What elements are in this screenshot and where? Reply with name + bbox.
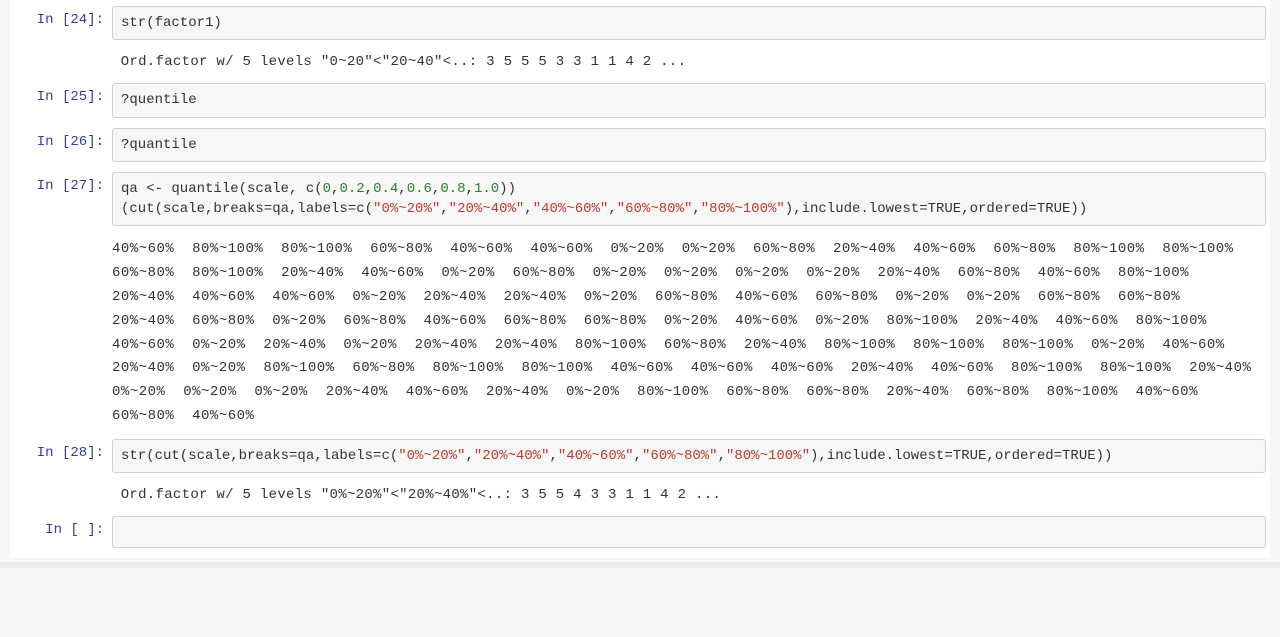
- code-27-num-5: 1.0: [474, 181, 499, 197]
- output-24: Ord.factor w/ 5 levels "0~20"<"20~40"<..…: [104, 46, 1266, 73]
- code-27-str-0: "0%~20%": [373, 201, 440, 217]
- code-27-l1-b: )): [499, 181, 516, 197]
- output-row-28: Ord.factor w/ 5 levels "0%~20%"<"20%~40%…: [14, 479, 1266, 506]
- code-28-str-4: "80%~100%": [726, 448, 810, 464]
- code-input-24[interactable]: str(factor1): [112, 6, 1266, 40]
- code-text-25: ?quentile: [121, 92, 197, 108]
- code-cell-empty[interactable]: In [ ]:: [14, 516, 1266, 548]
- output-spacer: [14, 46, 104, 73]
- code-input-26[interactable]: ?quantile: [112, 128, 1266, 162]
- cell-prompt-empty: In [ ]:: [14, 516, 112, 548]
- code-input-empty[interactable]: [112, 516, 1266, 548]
- code-27-num-0: 0: [323, 181, 331, 197]
- code-cell-25[interactable]: In [25]: ?quentile: [14, 83, 1266, 117]
- code-text-24: str(factor1): [121, 15, 222, 31]
- code-28-str-0: "0%~20%": [398, 448, 465, 464]
- code-28-b: ),include.lowest=TRUE,ordered=TRUE)): [810, 448, 1112, 464]
- output-28: Ord.factor w/ 5 levels "0%~20%"<"20%~40%…: [104, 479, 1266, 506]
- code-27-l2-a: (cut(scale,breaks=qa,labels=c(: [121, 201, 373, 217]
- comma: ,: [524, 201, 532, 217]
- code-27-num-4: 0.8: [440, 181, 465, 197]
- code-27-num-2: 0.4: [373, 181, 398, 197]
- code-cell-26[interactable]: In [26]: ?quantile: [14, 128, 1266, 162]
- code-27-l1-a: qa <- quantile(scale, c(: [121, 181, 323, 197]
- code-cell-28[interactable]: In [28]: str(cut(scale,breaks=qa,labels=…: [14, 439, 1266, 473]
- notebook-bottom-bar: [0, 562, 1280, 568]
- comma: ,: [398, 181, 406, 197]
- cell-prompt-28: In [28]:: [14, 439, 112, 473]
- code-27-str-4: "80%~100%": [701, 201, 785, 217]
- output-row-27: 40%~60% 80%~100% 80%~100% 60%~80% 40%~60…: [14, 232, 1266, 428]
- notebook: In [24]: str(factor1) Ord.factor w/ 5 le…: [10, 0, 1270, 558]
- code-text-26: ?quantile: [121, 137, 197, 153]
- code-27-num-3: 0.6: [407, 181, 432, 197]
- comma: ,: [466, 181, 474, 197]
- comma: ,: [365, 181, 373, 197]
- code-28-str-3: "60%~80%": [642, 448, 718, 464]
- output-spacer: [14, 232, 104, 428]
- code-27-l2-b: ),include.lowest=TRUE,ordered=TRUE)): [785, 201, 1087, 217]
- comma: ,: [692, 201, 700, 217]
- code-input-28[interactable]: str(cut(scale,breaks=qa,labels=c("0%~20%…: [112, 439, 1266, 473]
- code-input-27[interactable]: qa <- quantile(scale, c(0,0.2,0.4,0.6,0.…: [112, 172, 1266, 227]
- output-27: 40%~60% 80%~100% 80%~100% 60%~80% 40%~60…: [104, 232, 1266, 428]
- code-27-num-1: 0.2: [339, 181, 364, 197]
- code-27-str-2: "40%~60%": [533, 201, 609, 217]
- comma: ,: [550, 448, 558, 464]
- cell-prompt-25: In [25]:: [14, 83, 112, 117]
- output-spacer: [14, 479, 104, 506]
- cell-prompt-27: In [27]:: [14, 172, 112, 227]
- cell-prompt-26: In [26]:: [14, 128, 112, 162]
- code-27-str-1: "20%~40%": [449, 201, 525, 217]
- code-input-25[interactable]: ?quentile: [112, 83, 1266, 117]
- output-row-24: Ord.factor w/ 5 levels "0~20"<"20~40"<..…: [14, 46, 1266, 73]
- code-28-str-1: "20%~40%": [474, 448, 550, 464]
- code-cell-24[interactable]: In [24]: str(factor1): [14, 6, 1266, 40]
- cell-prompt-24: In [24]:: [14, 6, 112, 40]
- code-28-a: str(cut(scale,breaks=qa,labels=c(: [121, 448, 398, 464]
- code-28-str-2: "40%~60%": [558, 448, 634, 464]
- comma: ,: [718, 448, 726, 464]
- comma: ,: [634, 448, 642, 464]
- comma: ,: [440, 201, 448, 217]
- code-27-str-3: "60%~80%": [617, 201, 693, 217]
- code-cell-27[interactable]: In [27]: qa <- quantile(scale, c(0,0.2,0…: [14, 172, 1266, 227]
- comma: ,: [608, 201, 616, 217]
- comma: ,: [465, 448, 473, 464]
